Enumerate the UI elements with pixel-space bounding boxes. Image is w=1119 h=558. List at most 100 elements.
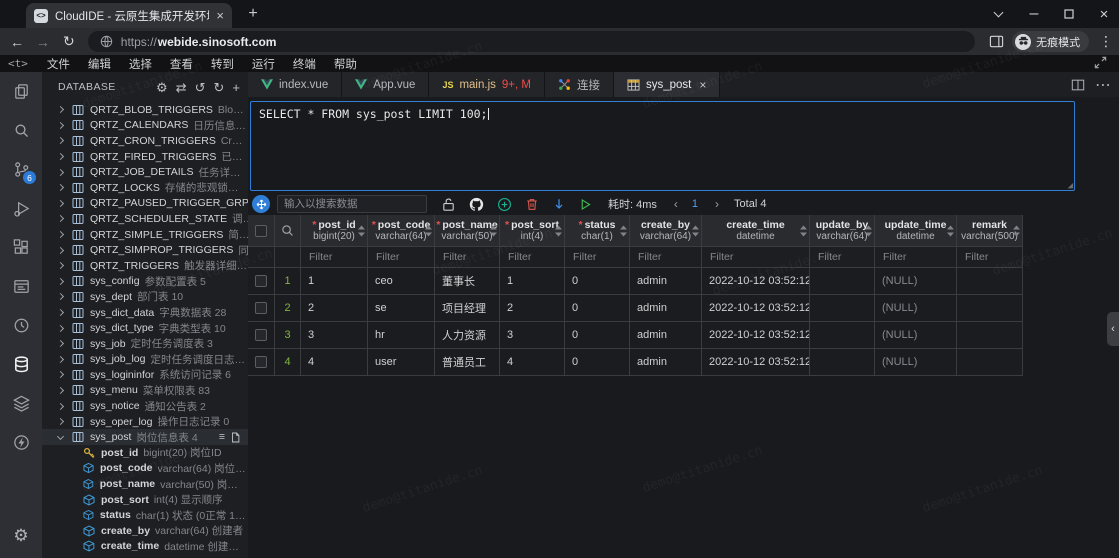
column-header[interactable]: *remark varchar(500) <box>957 215 1023 247</box>
db-history-icon[interactable]: ↺ <box>195 81 206 94</box>
chevron-icon[interactable] <box>57 340 64 347</box>
chevron-icon[interactable] <box>57 247 64 254</box>
tab-index-vue[interactable]: index.vue <box>248 72 342 97</box>
timeline-icon[interactable] <box>0 306 42 345</box>
sort-icon[interactable] <box>865 225 872 236</box>
chevron-icon[interactable] <box>57 122 64 129</box>
sort-icon[interactable] <box>425 225 432 236</box>
source-control-icon[interactable]: 6 <box>0 150 42 189</box>
settings-gear-icon[interactable]: ⚙ <box>0 518 42 554</box>
filter-input[interactable]: Filter <box>500 247 565 268</box>
db-add-icon[interactable]: + <box>232 81 240 94</box>
table-row[interactable]: 1 1 ceo 董事长 1 0 admin 2022-10-12 03:52:1… <box>248 268 1022 295</box>
chevron-icon[interactable] <box>57 200 64 207</box>
explorer-icon[interactable] <box>0 72 42 111</box>
column-header[interactable]: *post_name varchar(50) <box>435 215 500 247</box>
chevron-icon[interactable] <box>57 293 64 300</box>
menu-item[interactable]: 运行 <box>243 56 284 72</box>
database-icon[interactable] <box>0 345 42 384</box>
sort-icon[interactable] <box>800 225 807 236</box>
row-checkbox[interactable] <box>255 302 267 314</box>
tab-close-icon[interactable]: × <box>216 9 224 22</box>
resize-grip-icon[interactable]: ◢ <box>1068 181 1073 191</box>
filter-input[interactable]: Filter <box>301 247 368 268</box>
row-checkbox[interactable] <box>255 329 267 341</box>
tree-table-row[interactable]: QRTZ_BLOB_TRIGGERS Blob类型的... ≡ <box>42 102 248 118</box>
chevron-icon[interactable] <box>57 278 64 285</box>
extensions-icon[interactable] <box>0 228 42 267</box>
chevron-icon[interactable] <box>57 215 64 222</box>
chevron-icon[interactable] <box>57 387 64 394</box>
forward-button[interactable]: → <box>30 34 56 50</box>
ddl-icon[interactable]: ≡ <box>219 431 225 443</box>
filter-input[interactable]: Filter <box>565 247 630 268</box>
tree-table-row[interactable]: sys_config 参数配置表 5 ≡ <box>42 274 248 290</box>
tree-table-row[interactable]: sys_job 定时任务调度表 3 ≡ <box>42 336 248 352</box>
tab-connection[interactable]: 连接 <box>545 72 614 97</box>
tree-table-row[interactable]: QRTZ_TRIGGERS 触发器详细信息表 3 ≡ <box>42 258 248 274</box>
row-select-cell[interactable] <box>248 349 275 376</box>
next-page-icon[interactable]: › <box>715 197 719 211</box>
prev-page-icon[interactable]: ‹ <box>674 197 678 211</box>
download-icon[interactable] <box>552 197 566 212</box>
menu-item[interactable]: 编辑 <box>79 56 120 72</box>
column-header[interactable]: *update_time datetime <box>875 215 957 247</box>
tree-table-row[interactable]: QRTZ_SCHEDULER_STATE 调度器状... ≡ <box>42 211 248 227</box>
fullscreen-button[interactable] <box>1094 56 1107 69</box>
chevron-icon[interactable] <box>57 418 64 425</box>
sort-icon[interactable] <box>620 225 627 236</box>
tree-field-row[interactable]: post_name varchar(50) 岗位名称 <box>42 476 248 492</box>
row-select-cell[interactable] <box>248 268 275 295</box>
page-number[interactable]: 1 <box>692 198 698 210</box>
column-header[interactable]: *post_code varchar(64) <box>368 215 435 247</box>
tab-main-js[interactable]: JS main.js 9+, M <box>429 72 545 97</box>
tree-table-row[interactable]: QRTZ_CRON_TRIGGERS Cron类型... ≡ <box>42 133 248 149</box>
row-select-cell[interactable] <box>248 322 275 349</box>
tree-table-row[interactable]: QRTZ_JOB_DETAILS 任务详细信息... ≡ <box>42 164 248 180</box>
layers-icon[interactable] <box>0 384 42 423</box>
filter-input[interactable]: Filter <box>630 247 702 268</box>
tree-table-row[interactable]: sys_notice 通知公告表 2 ≡ <box>42 398 248 414</box>
sort-icon[interactable] <box>947 225 954 236</box>
tree-table-row[interactable]: sys_oper_log 操作日志记录 0 ≡ <box>42 414 248 430</box>
chevron-icon[interactable] <box>57 106 64 113</box>
db-sync-icon[interactable]: ⇄ <box>176 81 187 94</box>
tree-field-row[interactable]: create_time datetime 创建时间 <box>42 539 248 555</box>
back-button[interactable]: ← <box>4 34 30 50</box>
move-button[interactable] <box>252 195 270 213</box>
tree-table-row[interactable]: QRTZ_SIMPROP_TRIGGERS 同步机... ≡ <box>42 242 248 258</box>
select-all-checkbox[interactable] <box>255 225 267 237</box>
chevron-icon[interactable] <box>57 371 64 378</box>
new-tab-button[interactable]: + <box>243 4 263 24</box>
column-header[interactable]: *create_by varchar(64) <box>630 215 702 247</box>
column-header[interactable]: *status char(1) <box>565 215 630 247</box>
browser-tab[interactable]: <> CloudIDE - 云原生集成开发环境 × <box>26 3 232 28</box>
tree-table-row[interactable]: QRTZ_PAUSED_TRIGGER_GRPS 暂... ≡ <box>42 196 248 212</box>
tree-table-row[interactable]: QRTZ_SIMPLE_TRIGGERS 简单触发... ≡ <box>42 227 248 243</box>
row-search-cell[interactable] <box>275 215 301 247</box>
row-select-cell[interactable] <box>248 295 275 322</box>
filter-input[interactable]: Filter <box>810 247 875 268</box>
menu-item[interactable]: 查看 <box>161 56 202 72</box>
chevron-icon[interactable] <box>57 433 64 440</box>
row-checkbox[interactable] <box>255 275 267 287</box>
tree-field-row[interactable]: status char(1) 状态 (0正常 1停用) <box>42 507 248 523</box>
chevron-icon[interactable] <box>57 231 64 238</box>
browser-menu-button[interactable]: ⋮ <box>1093 33 1119 50</box>
split-editor-icon[interactable] <box>1071 78 1085 92</box>
menu-item[interactable]: 终端 <box>284 56 325 72</box>
window-maximize-button[interactable] <box>1052 0 1086 28</box>
tree-field-row[interactable]: create_by varchar(64) 创建者 <box>42 523 248 539</box>
tree-table-row[interactable]: sys_job_log 定时任务调度日志表 0 ≡ <box>42 352 248 368</box>
address-bar[interactable]: https:// webide.sinosoft.com <box>88 31 975 52</box>
tree-field-row[interactable]: post_sort int(4) 显示顺序 <box>42 492 248 508</box>
tree-field-row[interactable]: post_id bigint(20) 岗位ID <box>42 445 248 461</box>
chevron-icon[interactable] <box>57 309 64 316</box>
tab-app-vue[interactable]: App.vue <box>342 72 429 97</box>
db-refresh-icon[interactable]: ↻ <box>214 81 225 94</box>
chevron-icon[interactable] <box>57 262 64 269</box>
preview-icon[interactable] <box>0 267 42 306</box>
reload-button[interactable]: ↻ <box>56 33 82 50</box>
window-close-button[interactable]: × <box>1087 0 1119 28</box>
sort-icon[interactable] <box>692 225 699 236</box>
